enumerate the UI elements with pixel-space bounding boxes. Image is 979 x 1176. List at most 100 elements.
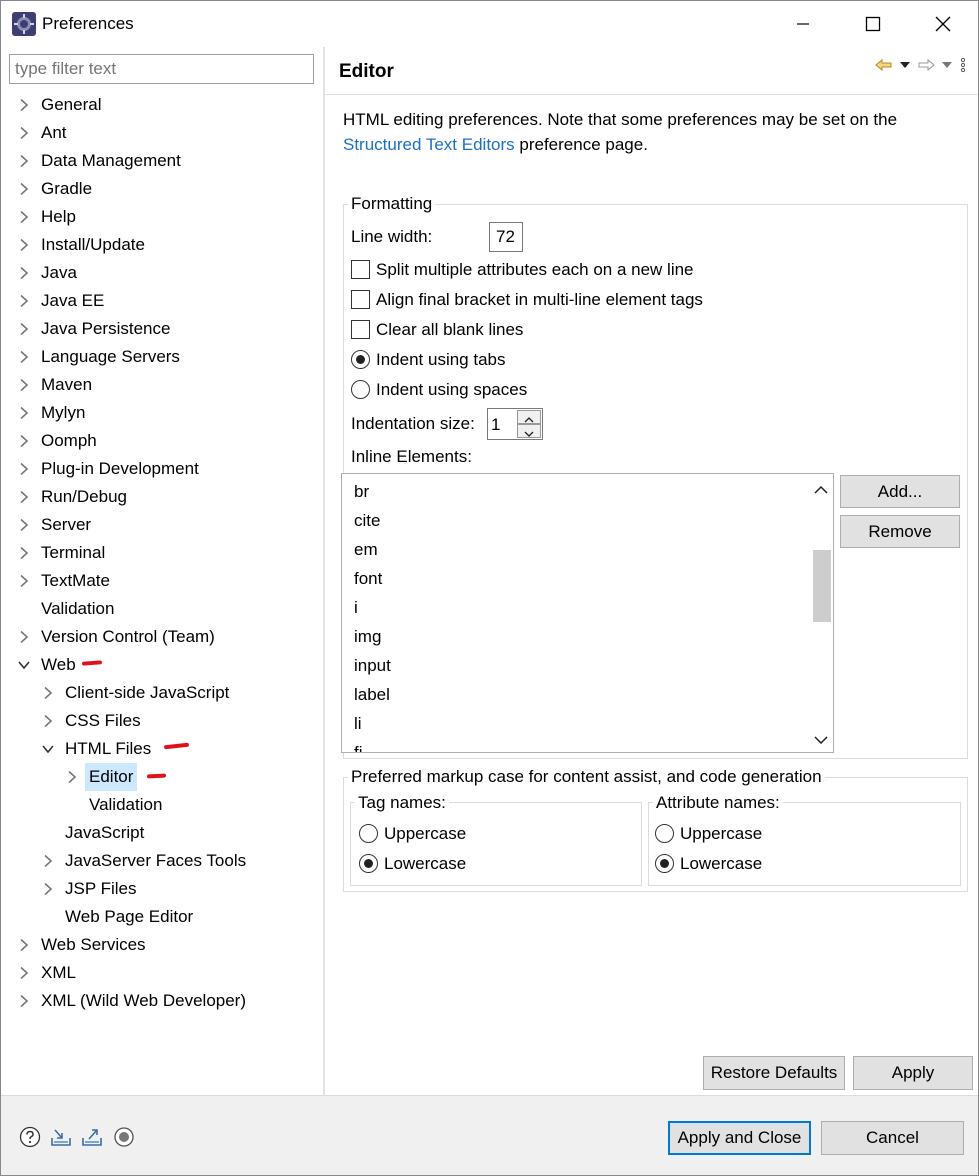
list-item[interactable]: br xyxy=(354,477,369,506)
formatting-group-title: Formatting xyxy=(348,194,436,214)
help-icon[interactable] xyxy=(19,1126,41,1148)
chevron-right-icon[interactable] xyxy=(17,490,31,504)
title-bar: Preferences xyxy=(1,1,978,47)
chevron-right-icon[interactable] xyxy=(17,938,31,952)
cancel-button[interactable]: Cancel xyxy=(821,1121,964,1155)
chevron-right-icon[interactable] xyxy=(17,294,31,308)
chevron-right-icon[interactable] xyxy=(17,154,31,168)
structured-text-editors-link[interactable]: Structured Text Editors xyxy=(343,135,515,154)
chevron-right-icon[interactable] xyxy=(17,266,31,280)
window-title: Preferences xyxy=(42,14,134,33)
line-width-input[interactable]: 72 xyxy=(489,222,523,252)
preferences-window: Preferences General Ant Data Management Gra… xyxy=(0,0,979,1176)
tree-item-label: General xyxy=(41,95,102,114)
chevron-right-icon[interactable] xyxy=(17,378,31,392)
tree-item-label: CSS Files xyxy=(65,711,141,730)
list-item[interactable]: fi xyxy=(354,738,363,752)
chevron-right-icon[interactable] xyxy=(41,686,55,700)
back-dropdown-icon[interactable] xyxy=(898,58,912,72)
record-icon[interactable] xyxy=(113,1126,135,1148)
list-item[interactable]: font xyxy=(354,564,382,593)
tree-item-label: Maven xyxy=(41,375,93,394)
tree-item-label: Java EE xyxy=(41,291,105,310)
chevron-right-icon[interactable] xyxy=(17,994,31,1008)
forward-dropdown-icon[interactable] xyxy=(940,58,954,72)
chevron-right-icon[interactable] xyxy=(17,322,31,336)
inline-elements-list[interactable]: br cite em font i img input label li fi xyxy=(341,473,834,753)
spinner-down-button[interactable] xyxy=(517,424,541,438)
forward-arrow-icon[interactable] xyxy=(916,57,936,73)
scroll-thumb[interactable] xyxy=(813,550,831,622)
export-icon[interactable] xyxy=(81,1126,103,1148)
chevron-right-icon[interactable] xyxy=(17,126,31,140)
chevron-right-icon[interactable] xyxy=(17,350,31,364)
spinner-up-button[interactable] xyxy=(517,410,541,424)
chevron-right-icon[interactable] xyxy=(41,714,55,728)
markup-case-group: Preferred markup case for content assist… xyxy=(343,767,968,892)
tree-item-label: Web Page Editor xyxy=(65,907,194,926)
list-item[interactable]: em xyxy=(354,535,378,564)
chevron-right-icon[interactable] xyxy=(17,574,31,588)
chevron-right-icon[interactable] xyxy=(17,434,31,448)
filter-input[interactable] xyxy=(9,54,314,84)
minimize-button[interactable] xyxy=(768,1,838,47)
attr-lowercase-label: Lowercase xyxy=(680,854,763,873)
list-item[interactable]: li xyxy=(354,709,362,738)
indent-tabs-radio[interactable] xyxy=(351,350,370,369)
tree-item-label: JSP Files xyxy=(65,879,137,898)
chevron-right-icon[interactable] xyxy=(17,98,31,112)
indent-size-spinner[interactable]: 1 xyxy=(487,408,543,440)
list-item[interactable]: img xyxy=(354,622,381,651)
attr-lowercase-radio[interactable] xyxy=(655,854,674,873)
chevron-right-icon[interactable] xyxy=(17,966,31,980)
tag-lowercase-label: Lowercase xyxy=(384,854,467,873)
chevron-right-icon[interactable] xyxy=(17,518,31,532)
restore-defaults-button[interactable]: Restore Defaults xyxy=(703,1056,845,1090)
chevron-right-icon[interactable] xyxy=(41,882,55,896)
chevron-right-icon[interactable] xyxy=(17,182,31,196)
scroll-down-icon[interactable] xyxy=(809,730,833,750)
chevron-down-icon xyxy=(524,431,534,437)
chevron-right-icon[interactable] xyxy=(17,406,31,420)
chevron-right-icon[interactable] xyxy=(17,546,31,560)
chevron-right-icon[interactable] xyxy=(65,770,79,784)
tree-item-label: Editor xyxy=(85,763,138,791)
chevron-right-icon[interactable] xyxy=(17,210,31,224)
list-item[interactable]: cite xyxy=(354,506,380,535)
close-button[interactable] xyxy=(908,1,978,47)
indent-size-row: Indentation size: xyxy=(351,410,475,438)
scroll-up-icon[interactable] xyxy=(809,480,833,500)
align-bracket-checkbox[interactable] xyxy=(351,290,370,309)
tag-uppercase-radio[interactable] xyxy=(359,824,378,843)
tag-uppercase-label: Uppercase xyxy=(384,824,467,843)
add-button[interactable]: Add... xyxy=(840,475,960,508)
page-nav xyxy=(874,55,968,75)
indent-spaces-radio[interactable] xyxy=(351,380,370,399)
chevron-right-icon[interactable] xyxy=(17,462,31,476)
inline-list-scrollbar[interactable] xyxy=(809,474,833,752)
remove-button[interactable]: Remove xyxy=(840,515,960,548)
list-item[interactable]: i xyxy=(354,593,358,622)
tree-item-label: Java xyxy=(41,263,77,282)
maximize-button[interactable] xyxy=(838,1,908,47)
apply-button[interactable]: Apply xyxy=(853,1056,973,1090)
list-item[interactable]: label xyxy=(354,680,390,709)
back-arrow-icon[interactable] xyxy=(874,57,894,73)
chevron-right-icon[interactable] xyxy=(17,238,31,252)
split-attrs-checkbox[interactable] xyxy=(351,260,370,279)
attr-uppercase-radio[interactable] xyxy=(655,824,674,843)
apply-and-close-button[interactable]: Apply and Close xyxy=(668,1121,811,1155)
import-icon[interactable] xyxy=(50,1126,72,1148)
tree-item-label: Install/Update xyxy=(41,235,145,254)
view-menu-icon[interactable] xyxy=(958,57,968,73)
chevron-right-icon[interactable] xyxy=(41,854,55,868)
list-item[interactable]: input xyxy=(354,651,391,680)
chevron-down-icon[interactable] xyxy=(17,658,31,672)
chevron-right-icon[interactable] xyxy=(17,630,31,644)
chevron-down-icon[interactable] xyxy=(41,742,55,756)
page-description: HTML editing preferences. Note that some… xyxy=(343,107,973,157)
tag-lowercase-radio[interactable] xyxy=(359,854,378,873)
indent-size-label: Indentation size: xyxy=(351,414,475,433)
tree-item-label: Validation xyxy=(41,599,115,618)
clear-blank-checkbox[interactable] xyxy=(351,320,370,339)
